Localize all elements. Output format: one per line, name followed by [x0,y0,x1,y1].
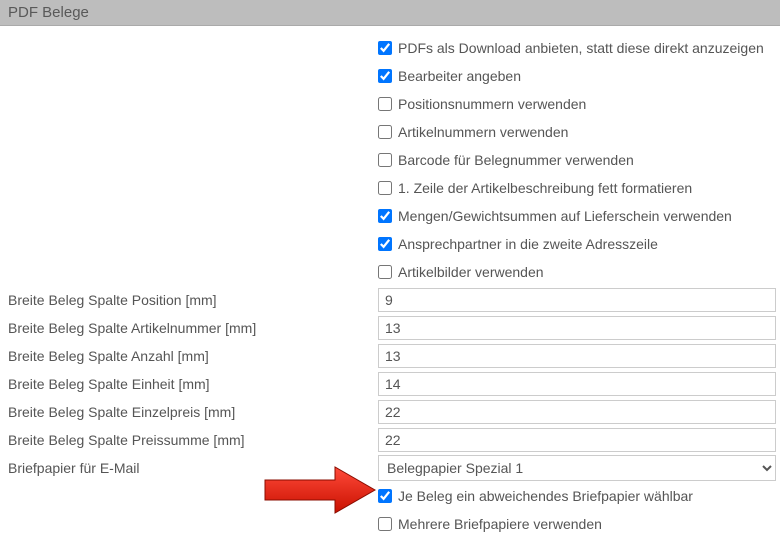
checkbox-bearbeiter[interactable] [378,69,392,83]
label-width-einheit: Breite Beleg Spalte Einheit [mm] [8,370,378,398]
option-label: PDFs als Download anbieten, statt diese … [398,35,764,61]
option-ansprech[interactable]: Ansprechpartner in die zweite Adresszeil… [378,231,776,257]
option-artnr[interactable]: Artikelnummern verwenden [378,119,776,145]
checkbox-artnr[interactable] [378,125,392,139]
option-label: Mehrere Briefpapiere verwenden [398,511,602,537]
option-jebeleg[interactable]: Je Beleg ein abweichendes Briefpapier wä… [378,483,776,509]
label-width-anzahl: Breite Beleg Spalte Anzahl [mm] [8,342,378,370]
option-label: Bearbeiter angeben [398,63,521,89]
input-width-preissumme[interactable] [378,428,776,452]
label-briefpapier-email: Briefpapier für E-Mail [8,454,378,482]
option-mehrere[interactable]: Mehrere Briefpapiere verwenden [378,511,776,537]
select-briefpapier-email[interactable]: Belegpapier Spezial 1 [378,455,776,481]
option-label: Ansprechpartner in die zweite Adresszeil… [398,231,658,257]
option-label: Je Beleg ein abweichendes Briefpapier wä… [398,483,693,509]
section-header: PDF Belege [0,0,780,26]
option-label: Barcode für Belegnummer verwenden [398,147,634,173]
settings-form: PDFs als Download anbieten, statt diese … [0,26,780,546]
checkbox-jebeleg[interactable] [378,489,392,503]
input-width-position[interactable] [378,288,776,312]
option-bearbeiter[interactable]: Bearbeiter angeben [378,63,776,89]
checkbox-firstline[interactable] [378,181,392,195]
label-width-preissumme: Breite Beleg Spalte Preissumme [mm] [8,426,378,454]
checkbox-barcode[interactable] [378,153,392,167]
option-firstline[interactable]: 1. Zeile der Artikelbeschreibung fett fo… [378,175,776,201]
input-width-anzahl[interactable] [378,344,776,368]
label-width-artikelnr: Breite Beleg Spalte Artikelnummer [mm] [8,314,378,342]
label-width-position: Breite Beleg Spalte Position [mm] [8,286,378,314]
checkbox-posnr[interactable] [378,97,392,111]
input-width-einheit[interactable] [378,372,776,396]
option-posnr[interactable]: Positionsnummern verwenden [378,91,776,117]
checkbox-pdf-download[interactable] [378,41,392,55]
checkbox-mengen[interactable] [378,209,392,223]
checkbox-artbilder[interactable] [378,265,392,279]
option-label: Artikelnummern verwenden [398,119,568,145]
option-pdf-download[interactable]: PDFs als Download anbieten, statt diese … [378,35,776,61]
label-width-einzelpreis: Breite Beleg Spalte Einzelpreis [mm] [8,398,378,426]
option-barcode[interactable]: Barcode für Belegnummer verwenden [378,147,776,173]
option-label: Positionsnummern verwenden [398,91,586,117]
option-label: 1. Zeile der Artikelbeschreibung fett fo… [398,175,692,201]
option-label: Mengen/Gewichtsummen auf Lieferschein ve… [398,203,732,229]
checkbox-ansprech[interactable] [378,237,392,251]
input-width-artikelnr[interactable] [378,316,776,340]
input-width-einzelpreis[interactable] [378,400,776,424]
option-mengen[interactable]: Mengen/Gewichtsummen auf Lieferschein ve… [378,203,776,229]
checkbox-mehrere[interactable] [378,517,392,531]
option-label: Artikelbilder verwenden [398,259,544,285]
option-artbilder[interactable]: Artikelbilder verwenden [378,259,776,285]
